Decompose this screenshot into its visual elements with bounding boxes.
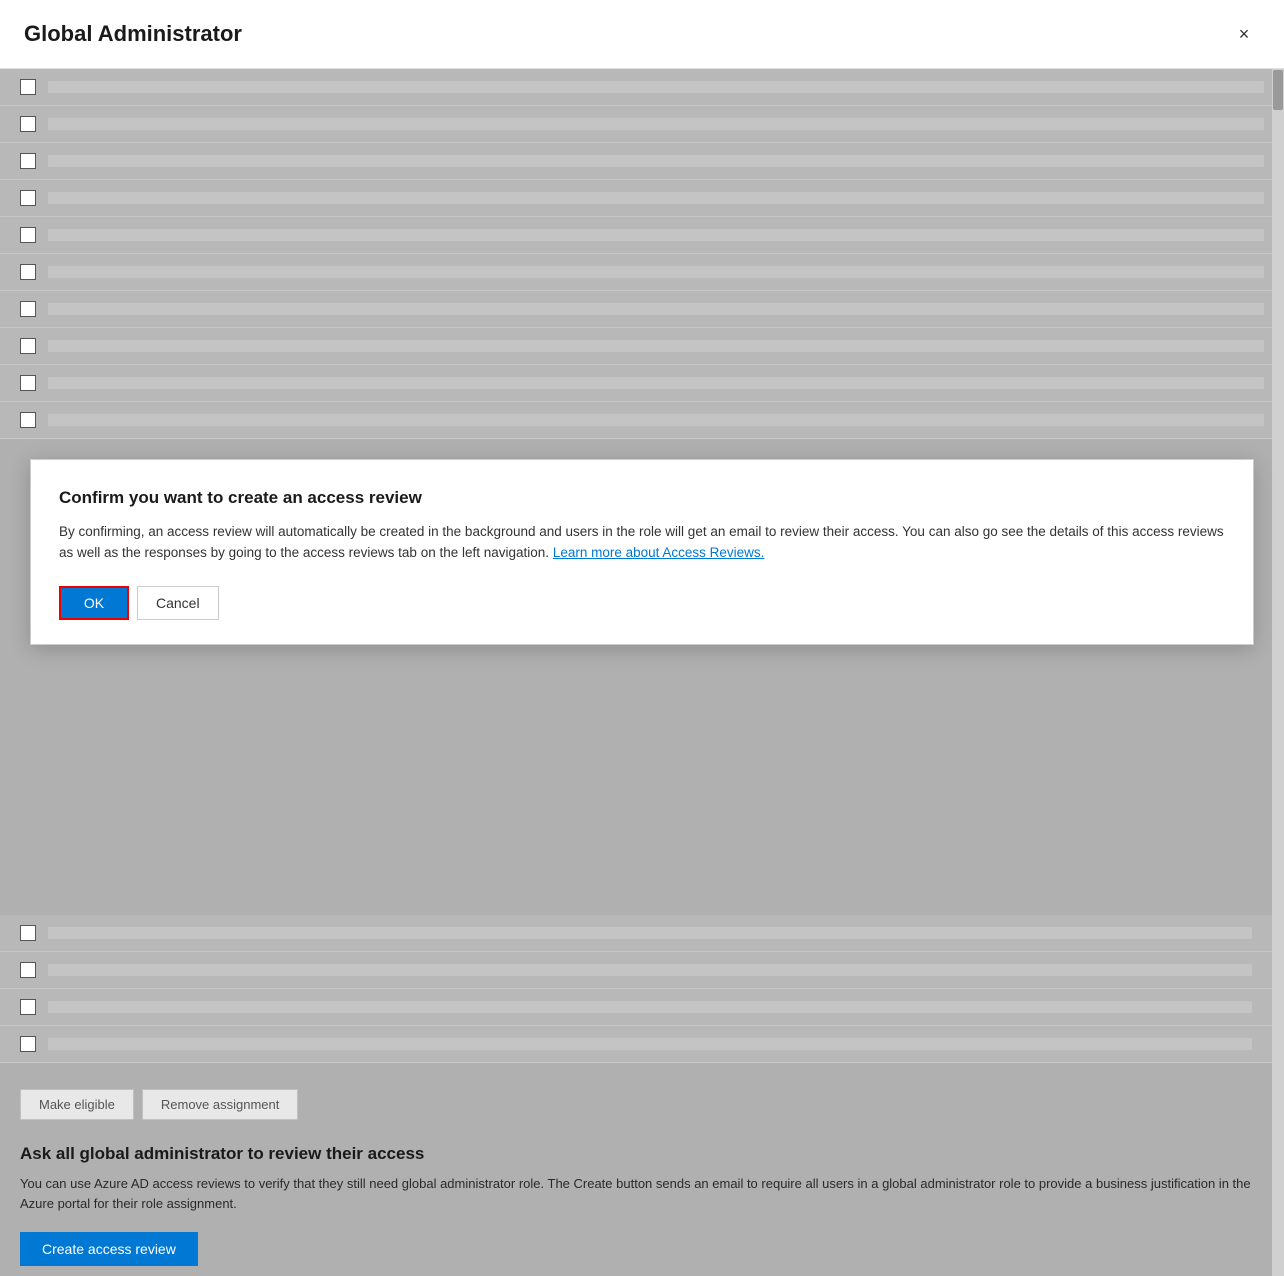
row-content: [48, 155, 1264, 167]
confirm-dialog-body: By confirming, an access review will aut…: [59, 522, 1225, 564]
row-content: [48, 964, 1252, 976]
table-row: [0, 402, 1284, 439]
confirm-dialog-title: Confirm you want to create an access rev…: [59, 488, 1225, 508]
row-checkbox[interactable]: [20, 412, 36, 428]
modal-header: Global Administrator ×: [0, 0, 1284, 69]
row-checkbox[interactable]: [20, 153, 36, 169]
table-row: [0, 1026, 1272, 1063]
background-content: Confirm you want to create an access rev…: [0, 69, 1284, 1276]
make-eligible-button[interactable]: Make eligible: [20, 1089, 134, 1120]
scrollbar-thumb: [1273, 70, 1283, 110]
remove-assignment-button[interactable]: Remove assignment: [142, 1089, 299, 1120]
bottom-actions-area: Make eligible Remove assignment Ask all …: [0, 1063, 1272, 1276]
confirm-actions: OK Cancel: [59, 586, 1225, 620]
row-content: [48, 192, 1264, 204]
close-button[interactable]: ×: [1228, 18, 1260, 50]
table-row: [0, 106, 1284, 143]
table-row: [0, 254, 1284, 291]
row-checkbox[interactable]: [20, 925, 36, 941]
row-checkbox[interactable]: [20, 116, 36, 132]
row-content: [48, 414, 1264, 426]
row-checkbox[interactable]: [20, 999, 36, 1015]
table-row: [0, 291, 1284, 328]
table-row: [0, 217, 1284, 254]
scrollbar[interactable]: [1272, 69, 1284, 1276]
create-access-review-button[interactable]: Create access review: [20, 1232, 198, 1266]
modal-title: Global Administrator: [24, 21, 242, 47]
row-checkbox[interactable]: [20, 301, 36, 317]
row-checkbox[interactable]: [20, 1036, 36, 1052]
row-content: [48, 377, 1264, 389]
section-title: Ask all global administrator to review t…: [20, 1144, 1252, 1164]
table-row: [0, 143, 1284, 180]
row-checkbox[interactable]: [20, 190, 36, 206]
action-buttons-group: Make eligible Remove assignment: [20, 1075, 1252, 1134]
ok-button[interactable]: OK: [59, 586, 129, 620]
main-panel: Global Administrator ×: [0, 0, 1284, 1276]
background-rows-top: [0, 69, 1284, 439]
row-content: [48, 266, 1264, 278]
confirm-dialog: Confirm you want to create an access rev…: [30, 459, 1254, 645]
row-checkbox[interactable]: [20, 79, 36, 95]
row-content: [48, 927, 1252, 939]
bottom-area: Make eligible Remove assignment Ask all …: [0, 915, 1272, 1276]
row-checkbox[interactable]: [20, 338, 36, 354]
table-row: [0, 180, 1284, 217]
table-row: [0, 989, 1272, 1026]
row-checkbox[interactable]: [20, 375, 36, 391]
row-content: [48, 340, 1264, 352]
background-rows-bottom: [0, 915, 1272, 1063]
row-content: [48, 1038, 1252, 1050]
row-checkbox[interactable]: [20, 962, 36, 978]
table-row: [0, 328, 1284, 365]
table-row: [0, 952, 1272, 989]
table-row: [0, 69, 1284, 106]
row-content: [48, 303, 1264, 315]
row-content: [48, 229, 1264, 241]
row-content: [48, 1001, 1252, 1013]
section-body: You can use Azure AD access reviews to v…: [20, 1174, 1252, 1214]
cancel-button[interactable]: Cancel: [137, 586, 219, 620]
row-content: [48, 118, 1264, 130]
learn-more-link[interactable]: Learn more about Access Reviews.: [553, 545, 765, 560]
row-content: [48, 81, 1264, 93]
row-checkbox[interactable]: [20, 264, 36, 280]
row-checkbox[interactable]: [20, 227, 36, 243]
table-row: [0, 365, 1284, 402]
table-row: [0, 915, 1272, 952]
